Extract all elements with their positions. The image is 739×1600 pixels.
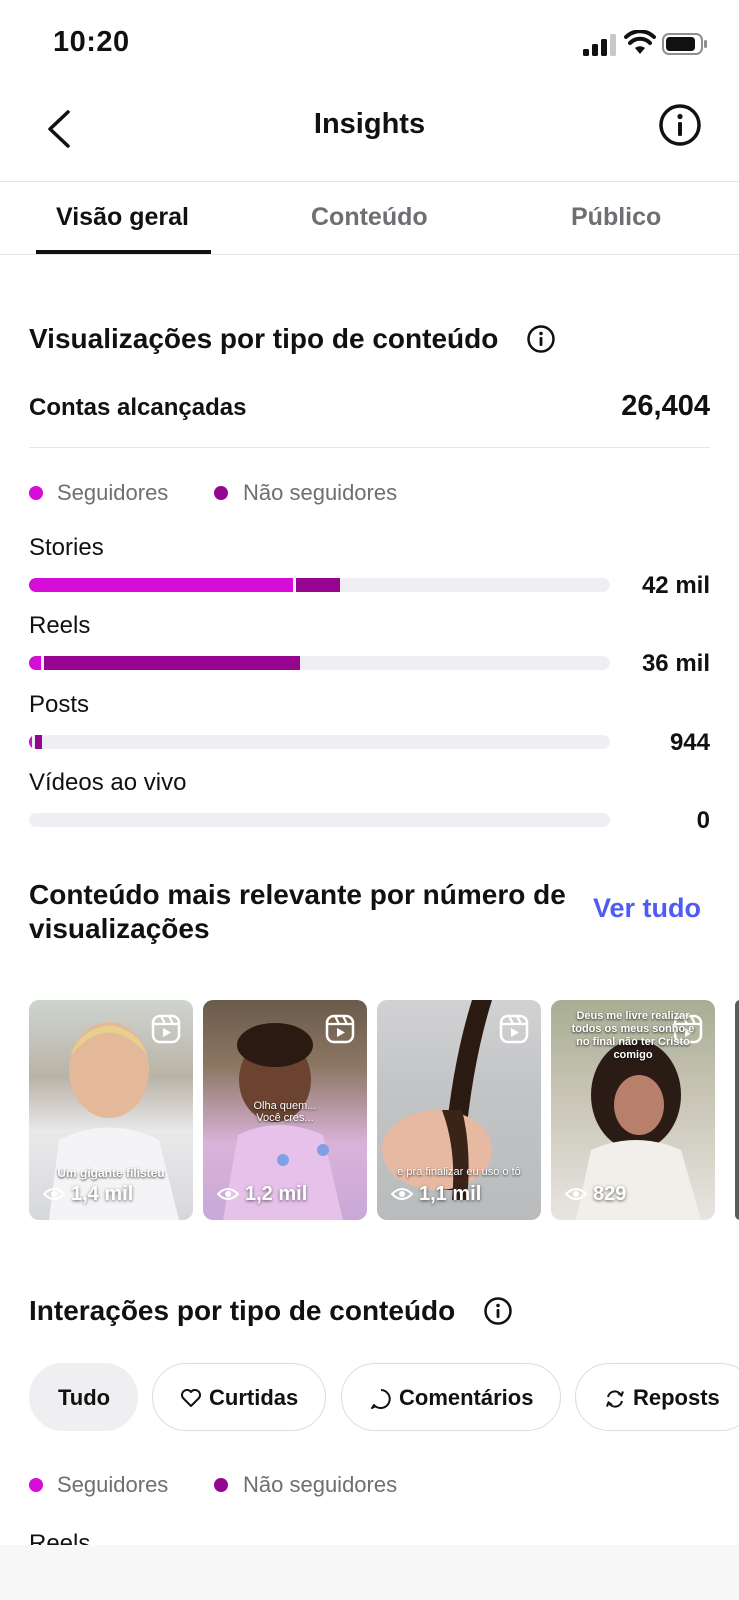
- followers-bar-segment: [29, 578, 293, 592]
- chip-label: Curtidas: [209, 1385, 299, 1410]
- interactions-info-icon[interactable]: [483, 1296, 513, 1326]
- interactions-section-title: Interações por tipo de conteúdo: [29, 1295, 456, 1326]
- followers-bar-segment: [29, 735, 32, 749]
- non-followers-legend-label: Não seguidores: [243, 1472, 398, 1497]
- eye-icon: [217, 1188, 239, 1200]
- reel-thumbnail[interactable]: Um gigante filisteu 1,4 mil: [29, 1000, 193, 1220]
- page-title: Insights: [313, 108, 426, 140]
- chip-label: Reposts: [633, 1385, 720, 1410]
- insights-screen: 10:20 Insights Visão geral Conteúdo Públ…: [0, 0, 739, 1600]
- thumbnail-caption: Um gigante filisteu: [57, 1166, 165, 1180]
- tab-overview[interactable]: Visão geral: [56, 203, 189, 232]
- top-bar: Insights: [0, 80, 739, 182]
- reels-icon: [325, 1014, 355, 1044]
- tab-audience[interactable]: Público: [571, 203, 661, 232]
- top-content-title-line1: Conteúdo mais relevante por número de: [29, 879, 566, 910]
- bottom-safe-area: [0, 1545, 739, 1600]
- views-section-title: Visualizações por tipo de conteúdo: [29, 323, 499, 354]
- followers-legend-label: Seguidores: [57, 480, 169, 505]
- eye-icon: [43, 1188, 65, 1200]
- bar-track: [29, 813, 610, 827]
- thumbnail-caption: Olha quem... Você cres...: [253, 1100, 317, 1124]
- bar-track: [29, 656, 610, 670]
- non-followers-legend-dot: [214, 486, 228, 500]
- bar-label: Posts: [29, 691, 90, 718]
- reels-icon: [499, 1014, 529, 1044]
- tab-bar: Visão geral Conteúdo Público: [0, 183, 739, 255]
- status-bar: 10:20: [0, 0, 739, 80]
- top-content-carousel: Um gigante filisteu 1,4 mil Olha quem...…: [29, 1000, 739, 1220]
- bar-value: 0: [696, 807, 710, 834]
- eye-icon: [565, 1188, 587, 1200]
- chip-comments[interactable]: Comentários: [341, 1363, 561, 1431]
- chip-all[interactable]: Tudo: [29, 1363, 138, 1431]
- cellular-signal-icon: [583, 34, 616, 56]
- bar-value: 944: [669, 729, 710, 756]
- thumbnail-caption: e pra finalizar eu uso o tô: [397, 1166, 521, 1178]
- battery-icon: [662, 33, 707, 55]
- reel-thumbnail[interactable]: Deus me livre realizar todos os meus son…: [551, 1000, 715, 1220]
- bar-track: [29, 578, 610, 592]
- comment-icon: [371, 1389, 391, 1409]
- heart-icon: [181, 1389, 201, 1407]
- non-followers-legend-dot: [214, 1478, 228, 1492]
- chip-label: Comentários: [399, 1385, 534, 1410]
- non-followers-legend-label: Não seguidores: [243, 480, 398, 505]
- non-followers-bar-segment: [44, 656, 300, 670]
- top-content-title-line2: visualizações: [29, 913, 210, 944]
- views-info-icon[interactable]: [526, 324, 556, 354]
- bar-track: [29, 735, 610, 749]
- bar-label: Stories: [29, 534, 104, 561]
- followers-legend-label: Seguidores: [57, 1472, 169, 1497]
- thumbnail-caption: Deus me livre realizar todos os meus son…: [571, 1010, 695, 1061]
- non-followers-bar-segment: [35, 735, 42, 749]
- non-followers-bar-segment: [296, 578, 340, 592]
- status-time: 10:20: [53, 26, 130, 58]
- chip-label: Tudo: [58, 1385, 111, 1410]
- chip-likes[interactable]: Curtidas: [152, 1363, 326, 1431]
- see-all-link[interactable]: Ver tudo: [593, 893, 701, 924]
- active-tab-indicator: [36, 250, 211, 254]
- bar-label: Vídeos ao vivo: [29, 769, 187, 796]
- thumbnail-views: 1,2 mil: [245, 1183, 308, 1205]
- followers-legend-dot: [29, 486, 43, 500]
- wifi-icon: [624, 30, 656, 54]
- top-content-title: Conteúdo mais relevante por número de vi…: [29, 878, 589, 946]
- repost-icon: [606, 1390, 624, 1408]
- reach-value: 26,404: [621, 390, 710, 422]
- reel-thumbnail-partial[interactable]: [735, 1000, 739, 1220]
- reel-thumbnail[interactable]: Olha quem... Você cres... 1,2 mil: [203, 1000, 367, 1220]
- followers-legend-dot: [29, 1478, 43, 1492]
- followers-bar-segment: [29, 656, 41, 670]
- thumbnail-views: 1,1 mil: [419, 1183, 482, 1205]
- tab-content[interactable]: Conteúdo: [311, 203, 428, 232]
- bar-value: 42 mil: [641, 572, 710, 599]
- thumbnail-views: 1,4 mil: [71, 1183, 134, 1205]
- divider: [29, 447, 710, 448]
- thumbnail-views: 829: [593, 1183, 627, 1205]
- info-icon[interactable]: [657, 102, 703, 148]
- reels-icon: [151, 1014, 181, 1044]
- chip-reposts[interactable]: Reposts: [575, 1363, 739, 1431]
- eye-icon: [391, 1188, 413, 1200]
- bar-value: 36 mil: [641, 650, 710, 677]
- reel-thumbnail[interactable]: e pra finalizar eu uso o tô 1,1 mil: [377, 1000, 541, 1220]
- reach-label: Contas alcançadas: [29, 394, 247, 421]
- bar-label: Reels: [29, 612, 91, 639]
